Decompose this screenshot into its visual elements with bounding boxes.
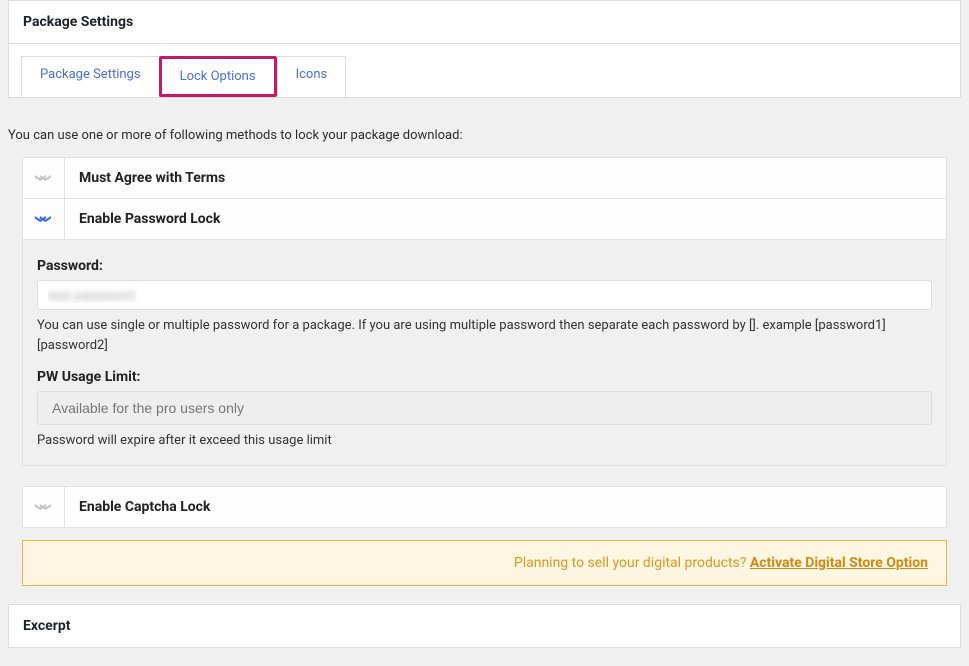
intro-text: You can use one or more of following met… <box>8 116 961 157</box>
tab-label: Icons <box>296 67 328 82</box>
accordion-captcha-lock: ❯❯ Enable Captcha Lock <box>23 487 946 528</box>
accordion-must-agree: ❯❯ Must Agree with Terms <box>23 158 946 199</box>
accordion-title: Enable Password Lock <box>65 211 946 227</box>
tab-label: Package Settings <box>40 67 141 82</box>
accordion-title: Must Agree with Terms <box>65 170 946 186</box>
pw-limit-input <box>37 391 932 425</box>
package-settings-panel: Package Settings Package Settings Lock O… <box>8 0 961 98</box>
accordion-header-must-agree[interactable]: ❯❯ Must Agree with Terms <box>23 158 946 198</box>
accordion-title: Enable Captcha Lock <box>65 499 946 515</box>
toggle-indicator: ❯❯ <box>23 158 65 198</box>
toggle-indicator: ❯❯ <box>23 199 65 239</box>
tab-label: Lock Options <box>180 69 256 84</box>
password-help: You can use single or multiple password … <box>37 316 932 355</box>
tab-icons[interactable]: Icons <box>277 56 347 97</box>
excerpt-panel: Excerpt <box>8 604 961 648</box>
accordion-header-captcha-lock[interactable]: ❯❯ Enable Captcha Lock <box>23 487 946 527</box>
promo-banner: Planning to sell your digital products? … <box>22 540 947 586</box>
panel-title: Package Settings <box>23 14 946 30</box>
pw-limit-help: Password will expire after it exceed thi… <box>37 431 932 451</box>
accordion-header-password-lock[interactable]: ❯❯ Enable Password Lock <box>23 199 946 239</box>
panel-header: Package Settings <box>9 1 960 44</box>
excerpt-title: Excerpt <box>23 618 946 634</box>
toggle-indicator: ❯❯ <box>23 487 65 527</box>
tabs-row: Package Settings Lock Options Icons <box>9 44 960 97</box>
activate-store-link[interactable]: Activate Digital Store Option <box>750 555 928 571</box>
promo-text: Planning to sell your digital products? <box>514 555 750 571</box>
password-field-group: Password: You can use single or multiple… <box>37 258 932 355</box>
pw-limit-field-group: PW Usage Limit: Password will expire aft… <box>37 369 932 451</box>
captcha-accordion: ❯❯ Enable Captcha Lock <box>22 486 947 528</box>
lock-accordion: ❯❯ Must Agree with Terms ❯❯ Enable Passw… <box>22 157 947 466</box>
accordion-body-password-lock: Password: You can use single or multiple… <box>23 239 946 465</box>
tab-package-settings[interactable]: Package Settings <box>21 56 160 97</box>
password-label: Password: <box>37 258 932 274</box>
password-input[interactable] <box>37 280 932 310</box>
pw-limit-label: PW Usage Limit: <box>37 369 932 385</box>
lock-options-body: ❯❯ Must Agree with Terms ❯❯ Enable Passw… <box>8 157 961 586</box>
double-check-icon: ❯❯ <box>39 214 49 223</box>
double-check-icon: ❯❯ <box>39 502 49 511</box>
double-check-icon: ❯❯ <box>39 173 49 182</box>
accordion-password-lock: ❯❯ Enable Password Lock Password: You ca… <box>23 199 946 466</box>
excerpt-header: Excerpt <box>9 605 960 647</box>
tab-lock-options[interactable]: Lock Options <box>159 56 277 97</box>
